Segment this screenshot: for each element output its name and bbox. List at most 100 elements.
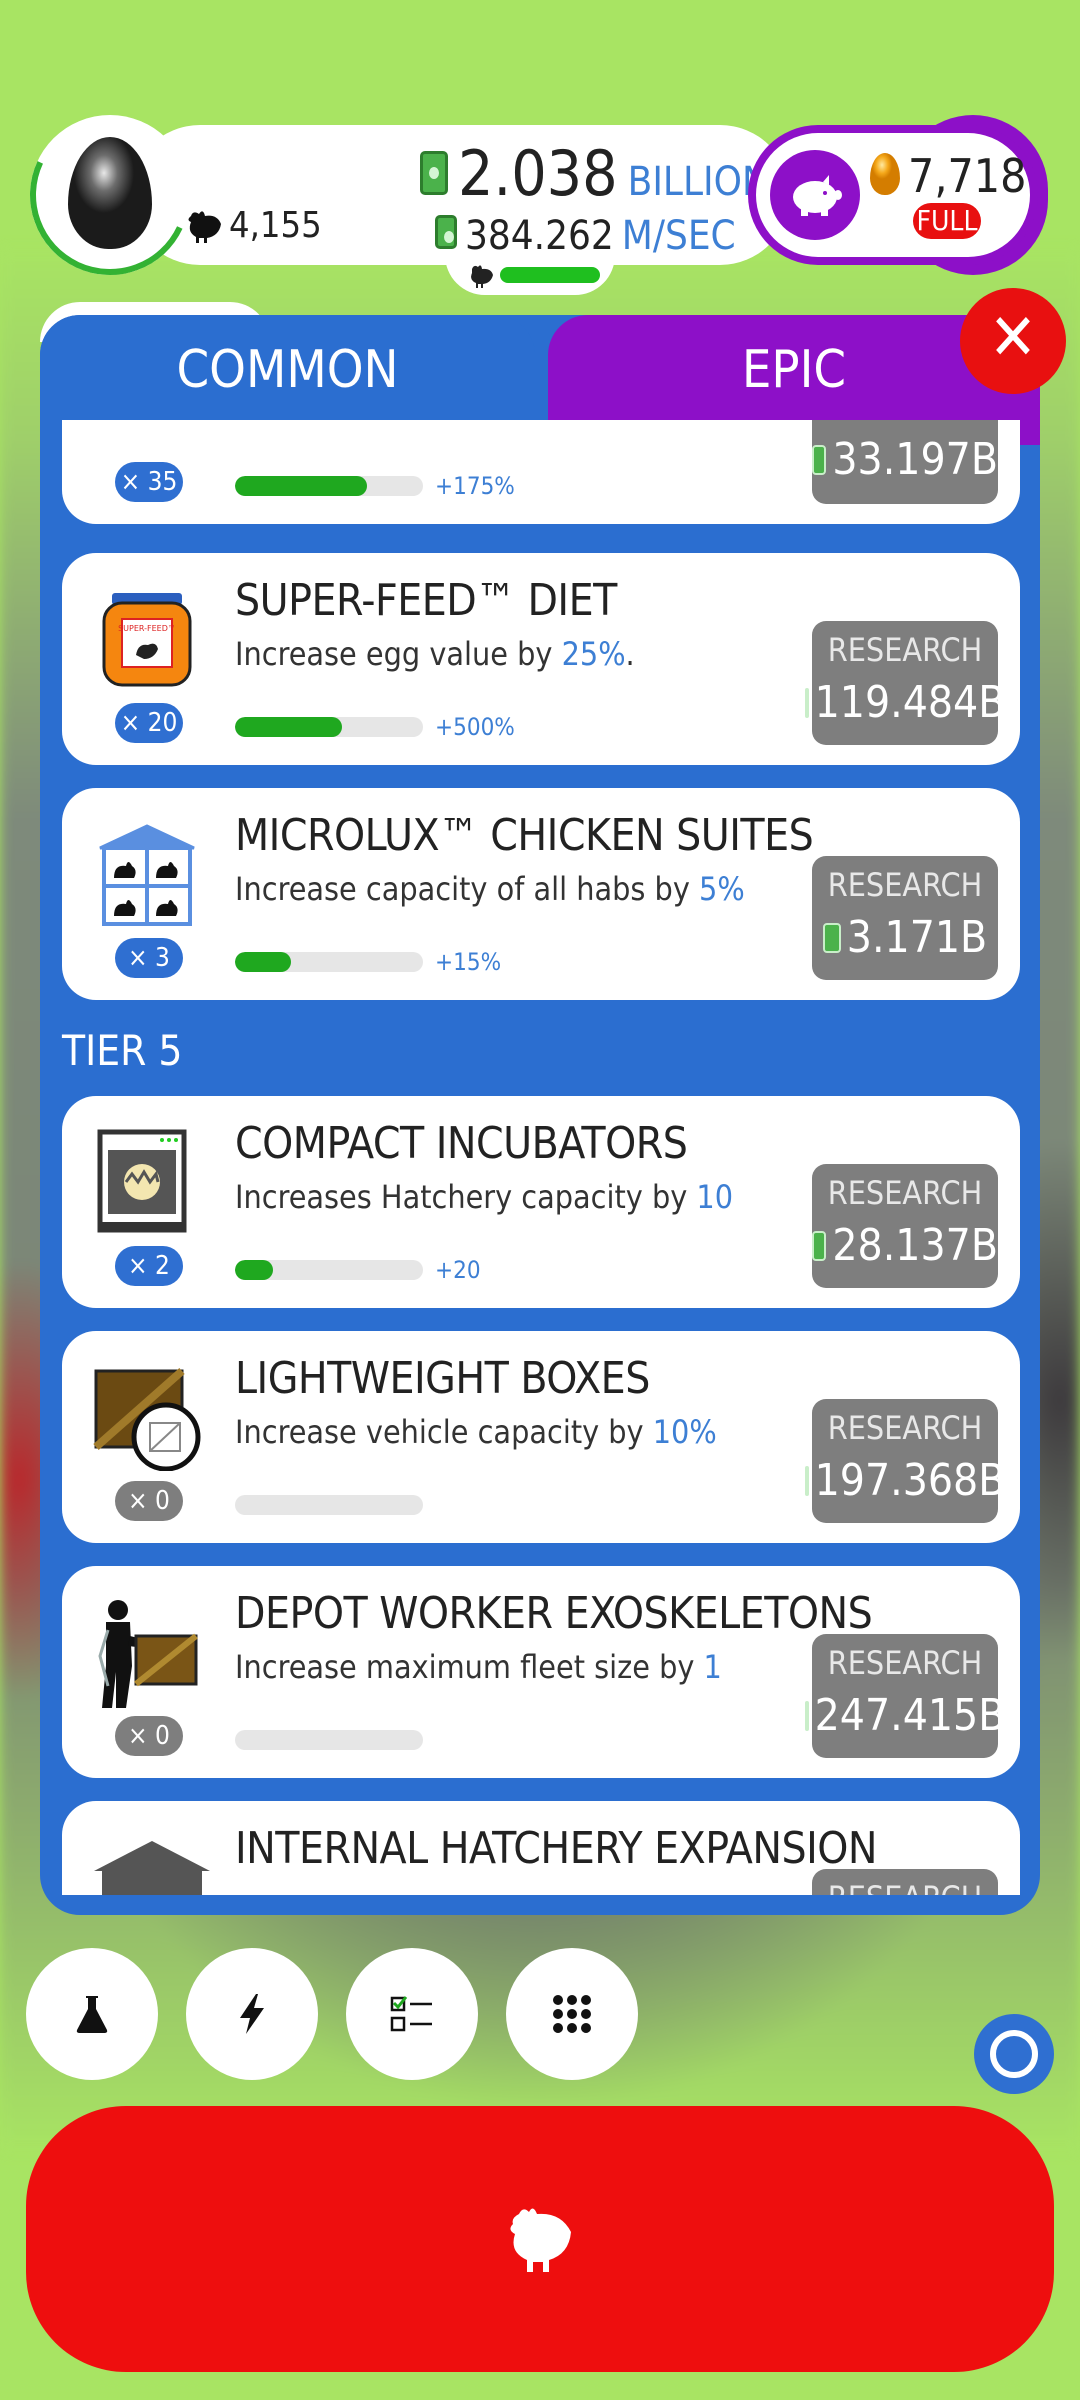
research-title: MICROLUX™ CHICKEN SUITES xyxy=(235,810,814,861)
research-label: RESEARCH xyxy=(812,1879,998,1895)
lightning-icon xyxy=(240,1994,264,2034)
cash-icon xyxy=(804,687,809,718)
research-button[interactable]: RESEARCH 247.415B xyxy=(804,1634,1005,1758)
research-button[interactable]: 33.197B xyxy=(812,420,998,504)
research-card: DEPOT WORKER EXOSKELETONS Increase maxim… xyxy=(62,1566,1020,1778)
level-badge: × 0 xyxy=(115,1716,183,1756)
missions-button[interactable] xyxy=(346,1948,478,2080)
research-title: COMPACT INCUBATORS xyxy=(235,1118,688,1169)
level-badge: × 20 xyxy=(115,703,183,743)
progress-fill xyxy=(235,952,292,972)
hatchery-building-icon xyxy=(92,1831,210,1895)
close-button[interactable]: ✕ xyxy=(960,288,1066,394)
research-cost-value: 33.197B xyxy=(832,434,998,485)
cash-icon xyxy=(804,1700,809,1731)
research-label: RESEARCH xyxy=(827,631,983,669)
piggy-bank-icon xyxy=(793,175,842,216)
research-cost-value: 28.137B xyxy=(832,1220,998,1271)
chicken-suites-icon xyxy=(92,818,202,928)
boost-button[interactable] xyxy=(186,1948,318,2080)
flask-icon xyxy=(76,1996,108,2033)
research-desc: Increase capacity of all habs by 5% xyxy=(235,870,745,908)
cash-icon xyxy=(822,922,841,953)
golden-egg-icon xyxy=(870,153,900,195)
cash-icon xyxy=(420,151,448,195)
research-card: MICROLUX™ CHICKEN SUITES Increase capaci… xyxy=(62,788,1020,1000)
grid-icon xyxy=(553,1995,591,2033)
progress-bonus: +15% xyxy=(435,948,502,976)
research-title: DEPOT WORKER EXOSKELETONS xyxy=(235,1588,873,1639)
research-list[interactable]: × 35 +175% 33.197B SUPER-FEED™ SUPER-FEE… xyxy=(40,420,1040,1895)
research-button[interactable]: RESEARCH xyxy=(812,1869,998,1895)
money-display: 2.038 BILLION xyxy=(420,143,769,205)
cash-icon xyxy=(812,1230,827,1261)
research-cost: 33.197B xyxy=(812,434,998,485)
research-label: RESEARCH xyxy=(827,1409,983,1447)
research-lab-button[interactable] xyxy=(26,1948,158,2080)
research-cost: 119.484B xyxy=(804,677,1005,728)
research-cost: 247.415B xyxy=(804,1690,1005,1741)
progress-bonus: +175% xyxy=(435,472,515,500)
research-label: RESEARCH xyxy=(827,1174,983,1212)
golden-egg-panel: 7,718 FULL xyxy=(748,115,1048,275)
progress-bonus: +500% xyxy=(435,713,515,741)
research-cost: 28.137B xyxy=(812,1220,998,1271)
research-desc: Increase maximum fleet size by 1 xyxy=(235,1648,722,1686)
research-cost-value: 3.171B xyxy=(846,912,988,963)
exoskeleton-worker-icon xyxy=(92,1596,202,1708)
chicken-icon xyxy=(188,210,221,243)
research-card: LIGHTWEIGHT BOXES Increase vehicle capac… xyxy=(62,1331,1020,1543)
full-badge: FULL xyxy=(913,203,981,239)
status-bar: 4,155 2.038 BILLION 384.262 M/SEC 7,718 … xyxy=(7,92,1050,298)
feed-jar-icon: SUPER-FEED™ xyxy=(92,583,202,693)
research-cost: 197.368B xyxy=(804,1455,1005,1506)
progress-fill xyxy=(235,476,367,496)
research-button[interactable]: RESEARCH 3.171B xyxy=(812,856,998,980)
progress-fill xyxy=(235,717,343,737)
level-badge: × 0 xyxy=(115,1481,183,1521)
chicken-icon xyxy=(510,2208,571,2272)
level-badge: × 2 xyxy=(115,1246,183,1286)
money-value: 2.038 xyxy=(458,137,618,210)
research-button[interactable]: RESEARCH 119.484B xyxy=(804,621,1005,745)
research-card: SUPER-FEED™ SUPER-FEED™ DIET Increase eg… xyxy=(62,553,1020,765)
level-badge: × 3 xyxy=(115,938,183,978)
research-title: SUPER-FEED™ DIET xyxy=(235,575,617,626)
research-desc: Increase egg value by 25%. xyxy=(235,635,635,673)
research-cost-value: 197.368B xyxy=(814,1455,1006,1506)
egg-button[interactable] xyxy=(7,92,213,298)
menu-button[interactable] xyxy=(506,1948,638,2080)
research-title: INTERNAL HATCHERY EXPANSION xyxy=(235,1823,878,1874)
research-label: RESEARCH xyxy=(827,1644,983,1682)
hatch-chicken-button[interactable] xyxy=(26,2106,1054,2372)
hab-capacity-bar xyxy=(500,267,600,283)
small-chicken-icon xyxy=(468,263,494,295)
chicken-count: 4,155 xyxy=(185,205,322,246)
research-button[interactable]: RESEARCH 197.368B xyxy=(804,1399,1005,1523)
research-card: × 35 +175% 33.197B xyxy=(62,420,1020,524)
progress-bar xyxy=(235,952,423,972)
research-cost: 3.171B xyxy=(812,912,998,963)
golden-egg-count: 7,718 xyxy=(908,149,1027,203)
research-desc: Increase vehicle capacity by 10% xyxy=(235,1413,717,1451)
rate-unit: M/SEC xyxy=(621,213,736,259)
progress-bar xyxy=(235,476,423,496)
checklist-icon xyxy=(390,1996,432,2032)
tier-label: TIER 5 xyxy=(62,1026,183,1075)
money-rate: 384.262 M/SEC xyxy=(435,213,736,259)
research-card: INTERNAL HATCHERY EXPANSION RESEARCH xyxy=(62,1801,1020,1895)
piggy-bank-button[interactable] xyxy=(770,150,860,240)
cash-icon xyxy=(812,444,827,475)
research-button[interactable]: RESEARCH 28.137B xyxy=(812,1164,998,1288)
help-button[interactable] xyxy=(974,2014,1054,2094)
lightweight-box-icon xyxy=(92,1361,202,1472)
rate-value: 384.262 xyxy=(465,213,614,259)
research-title: LIGHTWEIGHT BOXES xyxy=(235,1353,650,1404)
chicken-count-value: 4,155 xyxy=(229,205,322,246)
research-desc: Increases Hatchery capacity by 10 xyxy=(235,1178,734,1216)
incubator-icon xyxy=(92,1126,202,1236)
research-card: COMPACT INCUBATORS Increases Hatchery ca… xyxy=(62,1096,1020,1308)
svg-text:SUPER-FEED™: SUPER-FEED™ xyxy=(118,624,176,633)
cash-icon xyxy=(804,1465,809,1496)
level-badge: × 35 xyxy=(115,462,183,502)
